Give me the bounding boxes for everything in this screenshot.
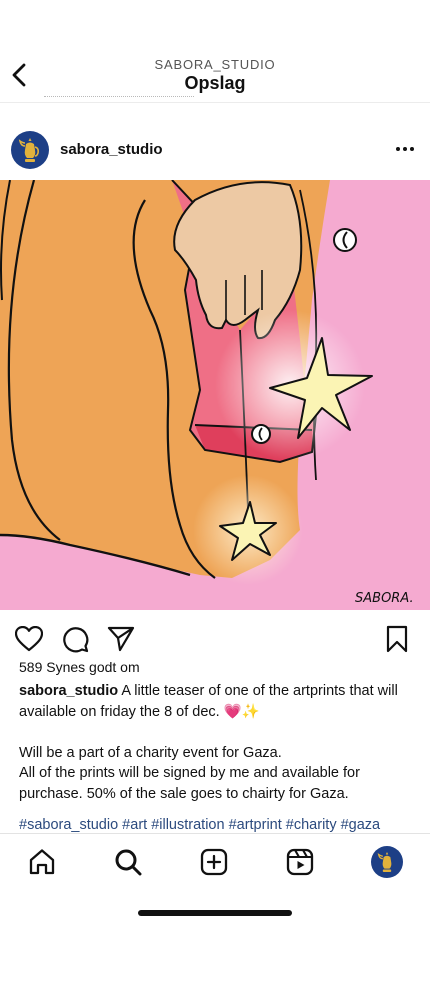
save-button[interactable] (382, 624, 412, 654)
search-icon (115, 849, 142, 876)
post-header: sabora_studio (0, 127, 430, 175)
more-options-button[interactable] (390, 137, 420, 161)
paper-plane-icon (107, 626, 135, 652)
home-icon (29, 849, 55, 875)
tab-profile[interactable] (371, 846, 403, 878)
post-actions (0, 624, 430, 654)
post-username[interactable]: sabora_studio (60, 141, 163, 158)
tab-search[interactable] (112, 846, 144, 878)
bookmark-icon (386, 625, 408, 653)
like-button[interactable] (14, 624, 44, 654)
post-image[interactable]: SABORA. (0, 180, 430, 610)
more-horizontal-icon (396, 147, 414, 151)
scrolled-content-peek (44, 96, 194, 99)
caption-text-3: All of the prints will be signed by me a… (19, 765, 360, 802)
home-indicator[interactable] (138, 910, 292, 916)
avatar[interactable] (11, 131, 49, 169)
likes-count[interactable]: 589 Synes godt om (19, 659, 140, 675)
plus-square-icon (200, 848, 228, 876)
header-username: SABORA_STUDIO (154, 57, 276, 72)
caption-text-2: Will be a part of a charity event for Ga… (19, 744, 282, 761)
comment-icon (63, 627, 89, 653)
bottom-tab-bar (0, 833, 430, 893)
tab-home[interactable] (26, 846, 58, 878)
post-caption: sabora_studio A little teaser of one of … (19, 681, 414, 804)
tab-create[interactable] (198, 846, 230, 878)
caption-username[interactable]: sabora_studio (19, 683, 118, 699)
illustration-artwork: SABORA. (0, 180, 430, 610)
share-button[interactable] (106, 624, 136, 654)
reels-icon (286, 848, 314, 876)
header-bar: SABORA_STUDIO Opslag (0, 0, 430, 103)
comment-button[interactable] (60, 624, 90, 654)
page-title: Opslag (184, 73, 246, 93)
profile-avatar-icon (377, 852, 392, 872)
heart-icon (15, 626, 43, 652)
hashtags[interactable]: #sabora_studio #art #illustration #artpr… (19, 817, 419, 833)
artist-signature: SABORA. (355, 591, 414, 606)
coffee-pot-emblem-icon (18, 138, 39, 162)
tab-reels[interactable] (284, 846, 316, 878)
